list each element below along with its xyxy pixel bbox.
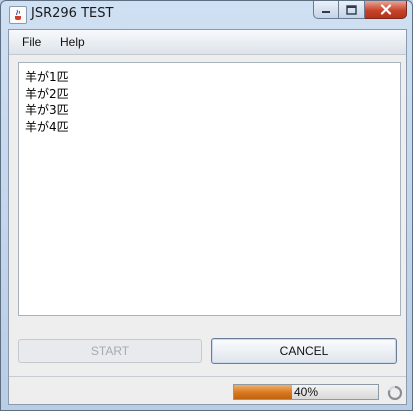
busy-spinner-icon <box>387 385 403 401</box>
log-line: 羊が1匹 <box>25 70 69 84</box>
log-lines: 羊が1匹 羊が2匹 羊が3匹 羊が4匹 <box>19 63 400 135</box>
cancel-button[interactable]: CANCEL <box>211 338 397 364</box>
minimize-button[interactable] <box>313 1 339 19</box>
status-separator <box>9 376 406 377</box>
log-line: 羊が4匹 <box>25 119 69 134</box>
log-line: 羊が2匹 <box>25 86 69 101</box>
close-button[interactable] <box>365 1 407 19</box>
window-controls <box>313 1 407 21</box>
log-line: 羊が3匹 <box>25 103 69 117</box>
title-bar[interactable]: JSR296 TEST <box>1 1 412 29</box>
java-cup-icon[interactable] <box>9 6 27 24</box>
minimize-icon <box>322 10 330 13</box>
app-window: JSR296 TEST File Help 羊が1匹 羊が2匹 羊が3匹 羊が4… <box>0 0 413 411</box>
client-area: File Help 羊が1匹 羊が2匹 羊が3匹 羊が4匹 START CANC… <box>8 29 407 405</box>
maximize-button[interactable] <box>339 1 365 19</box>
log-text-area[interactable]: 羊が1匹 羊が2匹 羊が3匹 羊が4匹 <box>18 62 401 316</box>
menu-help[interactable]: Help <box>60 35 85 49</box>
maximize-icon <box>346 4 357 15</box>
window-title: JSR296 TEST <box>31 6 114 21</box>
menu-file[interactable]: File <box>22 35 41 49</box>
start-button[interactable]: START <box>18 339 202 363</box>
progress-text: 40% <box>293 385 319 399</box>
menu-bar: File Help <box>9 30 406 55</box>
close-icon <box>380 4 391 15</box>
progress-bar: 40% <box>233 384 379 400</box>
